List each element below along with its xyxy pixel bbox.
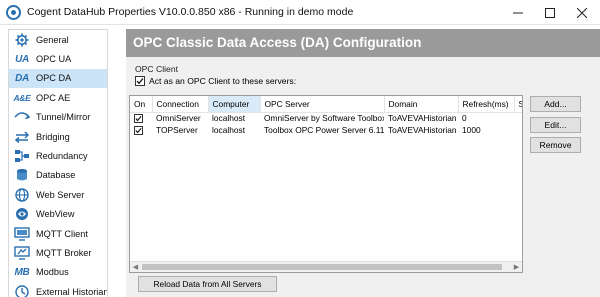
app-logo-icon bbox=[6, 5, 21, 20]
redundancy-icon bbox=[12, 148, 32, 164]
sidebar-item-label: WebView bbox=[36, 209, 75, 220]
maximize-button[interactable] bbox=[532, 0, 568, 25]
tunnel-arrow-icon bbox=[12, 109, 32, 125]
reload-data-button[interactable]: Reload Data from All Servers bbox=[138, 276, 277, 292]
cell-domain: ToAVEVAHistorian bbox=[388, 113, 457, 124]
sidebar-nav: General UA OPC UA DA OPC DA A&E OPC AE T… bbox=[8, 29, 108, 297]
sidebar-item-opc-ae[interactable]: A&E OPC AE bbox=[9, 88, 107, 107]
sidebar-item-label: Tunnel/Mirror bbox=[36, 112, 91, 123]
scroll-right-arrow-icon[interactable]: ▶ bbox=[511, 262, 522, 272]
remove-server-button[interactable]: Remove bbox=[530, 137, 581, 153]
column-header[interactable]: Computer bbox=[208, 96, 261, 113]
column-header[interactable]: OPC Server bbox=[260, 96, 385, 113]
mb-text-icon: MB bbox=[14, 266, 30, 278]
row-enabled-checkbox[interactable] bbox=[134, 114, 143, 124]
bridge-arrows-icon bbox=[12, 129, 32, 145]
database-icon bbox=[12, 167, 32, 183]
sidebar-item-opc-ua[interactable]: UA OPC UA bbox=[9, 49, 107, 68]
sidebar-item-tunnel-mirror[interactable]: Tunnel/Mirror bbox=[9, 108, 107, 127]
edit-server-button[interactable]: Edit... bbox=[530, 117, 581, 133]
cell-refresh: 1000 bbox=[462, 125, 481, 135]
page-header: OPC Classic Data Access (DA) Configurati… bbox=[126, 29, 600, 57]
webview-icon bbox=[12, 206, 32, 222]
table-header-row: On Connection Computer OPC Server Domain… bbox=[130, 96, 522, 113]
gear-icon bbox=[12, 32, 32, 48]
sidebar-item-label: OPC AE bbox=[36, 92, 71, 103]
cell-connection: TOPServer bbox=[156, 125, 198, 135]
sidebar-item-mqtt-client[interactable]: MQTT Client bbox=[9, 224, 107, 243]
column-header[interactable]: On bbox=[130, 96, 153, 113]
page-title: OPC Classic Data Access (DA) Configurati… bbox=[133, 35, 422, 50]
sidebar-item-database[interactable]: Database bbox=[9, 166, 107, 185]
sidebar-item-bridging[interactable]: Bridging bbox=[9, 127, 107, 146]
checkbox-box[interactable] bbox=[135, 76, 145, 86]
window-title: Cogent DataHub Properties V10.0.0.850 x8… bbox=[27, 6, 354, 18]
sidebar-item-label: OPC UA bbox=[36, 54, 72, 65]
sidebar-item-web-server[interactable]: Web Server bbox=[9, 185, 107, 204]
column-header[interactable]: Domain bbox=[384, 96, 459, 113]
table-row[interactable]: OmniServer localhost OmniServer by Softw… bbox=[130, 112, 522, 124]
title-bar: Cogent DataHub Properties V10.0.0.850 x8… bbox=[0, 0, 600, 25]
sidebar-item-label: Modbus bbox=[36, 267, 69, 278]
scrollbar-thumb[interactable] bbox=[142, 264, 502, 270]
servers-table: On Connection Computer OPC Server Domain… bbox=[129, 95, 523, 273]
add-server-button[interactable]: Add... bbox=[530, 96, 581, 112]
cell-computer: localhost bbox=[212, 125, 246, 135]
cell-domain: ToAVEVAHistorian bbox=[388, 125, 457, 135]
sidebar-item-redundancy[interactable]: Redundancy bbox=[9, 146, 107, 165]
sidebar-item-opc-da[interactable]: DA OPC DA bbox=[9, 68, 107, 89]
sidebar-item-label: Web Server bbox=[36, 189, 85, 200]
minimize-button[interactable] bbox=[500, 0, 536, 25]
act-as-client-checkbox[interactable]: Act as an OPC Client to these servers: bbox=[135, 76, 296, 86]
sidebar-item-label: External Historian bbox=[36, 286, 108, 297]
sidebar-item-label: Redundancy bbox=[36, 151, 88, 162]
da-text-icon: DA bbox=[15, 72, 29, 84]
sidebar-item-label: MQTT Broker bbox=[36, 247, 92, 258]
cell-refresh: 0 bbox=[462, 113, 467, 124]
main-panel: OPC Classic Data Access (DA) Configurati… bbox=[126, 29, 600, 297]
scroll-left-arrow-icon[interactable]: ◀ bbox=[130, 262, 141, 272]
mqtt-client-icon bbox=[12, 226, 32, 242]
sidebar-item-label: OPC DA bbox=[36, 73, 72, 84]
sidebar-item-general[interactable]: General bbox=[9, 30, 107, 49]
ae-text-icon: A&E bbox=[13, 92, 31, 103]
sidebar-item-external-historian[interactable]: External Historian bbox=[9, 282, 107, 297]
globe-icon bbox=[12, 187, 32, 203]
sidebar-item-webview[interactable]: WebView bbox=[9, 205, 107, 224]
cell-connection: OmniServer bbox=[156, 113, 201, 124]
group-label-opc-client: OPC Client bbox=[135, 64, 178, 74]
close-button[interactable] bbox=[564, 0, 600, 25]
cell-computer: localhost bbox=[212, 113, 246, 124]
sidebar-item-label: General bbox=[36, 34, 69, 45]
column-header[interactable]: Refresh(ms) bbox=[458, 96, 515, 113]
row-enabled-checkbox[interactable] bbox=[134, 126, 143, 136]
sidebar-item-label: Database bbox=[36, 170, 76, 181]
table-row[interactable]: TOPServer localhost Toolbox OPC Power Se… bbox=[130, 124, 522, 136]
cell-opc-server: Toolbox OPC Power Server 6.11 bbox=[264, 125, 384, 135]
sidebar-item-mqtt-broker[interactable]: MQTT Broker bbox=[9, 243, 107, 262]
horizontal-scrollbar[interactable]: ◀ ▶ bbox=[130, 261, 522, 272]
column-header[interactable]: Connection bbox=[152, 96, 209, 113]
checkbox-label: Act as an OPC Client to these servers: bbox=[149, 76, 297, 86]
mqtt-broker-icon bbox=[12, 245, 32, 261]
sidebar-item-modbus[interactable]: MB Modbus bbox=[9, 263, 107, 282]
historian-icon bbox=[12, 284, 32, 297]
ua-text-icon: UA bbox=[15, 53, 29, 65]
sidebar-item-label: Bridging bbox=[36, 131, 70, 142]
cell-opc-server: OmniServer by Software Toolbox bbox=[264, 113, 384, 124]
column-header[interactable]: S bbox=[514, 96, 522, 113]
sidebar-item-label: MQTT Client bbox=[36, 228, 88, 239]
